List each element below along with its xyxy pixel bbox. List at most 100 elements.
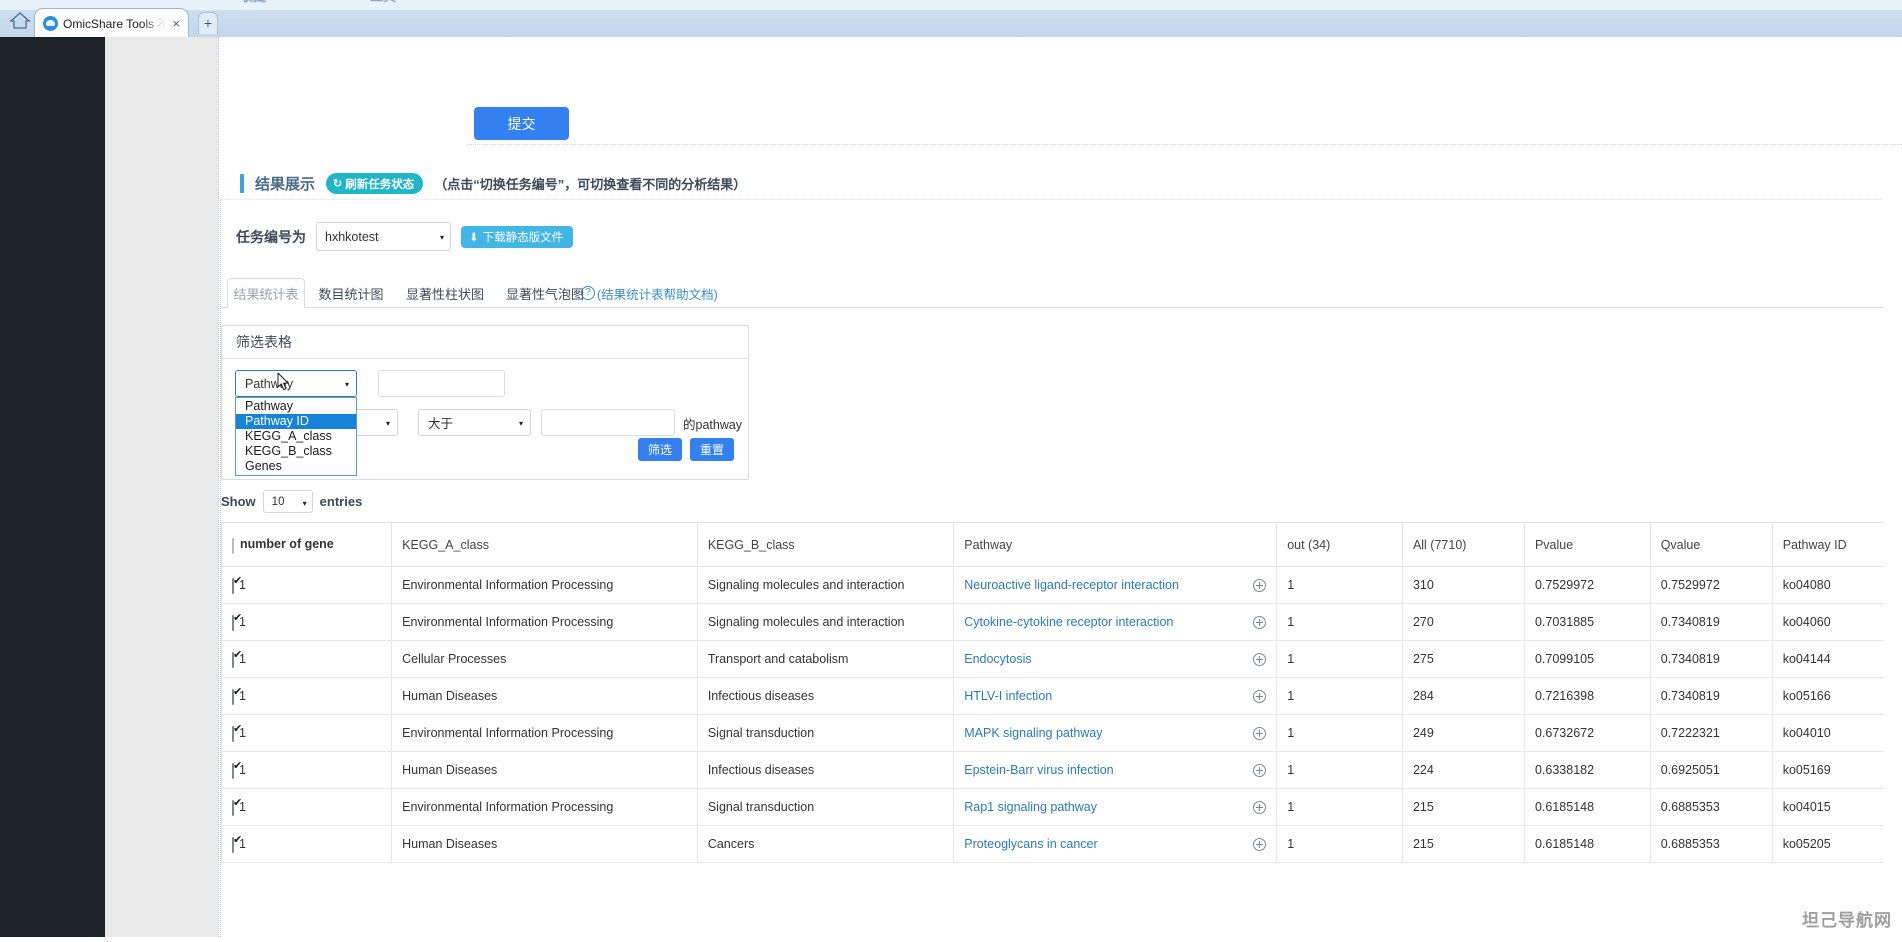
filter-operator-select[interactable]: 大于 ▾ — [418, 409, 531, 436]
entries-per-page-select[interactable]: 10 ▾ — [262, 490, 313, 513]
row-select-checkbox[interactable] — [232, 652, 234, 669]
table-header-number-of-gene[interactable]: number of gene — [221, 522, 393, 567]
pathway-link[interactable]: Proteoglycans in cancer — [964, 837, 1097, 851]
table-row[interactable]: 1Cellular ProcessesTransport and catabol… — [221, 640, 1884, 678]
cell-kegg-b-class: Signal transduction — [696, 788, 955, 826]
cell-number-of-gene: 1 — [221, 825, 393, 863]
pathway-link[interactable]: HTLV-I infection — [964, 689, 1052, 703]
page-body: 提交 结果展示 ↻ 刷新任务状态 （点击“切换任务编号”，可切换查看不同的分析结… — [0, 37, 1902, 937]
home-icon[interactable] — [10, 11, 30, 29]
tab-significance-bubble-chart[interactable]: 显著性气泡图 — [498, 278, 592, 308]
row-select-checkbox[interactable] — [232, 763, 234, 780]
table-row[interactable]: 1Environmental Information ProcessingSig… — [221, 714, 1884, 752]
chrome-ghost-bookmark: 收藏 — [240, 0, 266, 5]
cell-kegg-a-class: Cellular Processes — [391, 640, 698, 678]
table-row[interactable]: 1Environmental Information ProcessingSig… — [221, 603, 1884, 641]
chrome-ghost-tools: 工具 — [370, 0, 396, 5]
submit-button[interactable]: 提交 — [474, 107, 569, 140]
close-icon[interactable]: × — [170, 17, 182, 30]
filter-panel: 筛选表格 Pathway ▾ ▾ 大于 ▾ 的pathway 筛选 重置 Pat… — [221, 325, 749, 480]
pathway-detail-icon[interactable] — [1253, 763, 1267, 777]
chevron-down-icon: ▾ — [439, 233, 444, 242]
pathway-detail-icon[interactable] — [1253, 726, 1267, 740]
filter-value-input-1[interactable] — [378, 370, 505, 397]
pathway-link[interactable]: Endocytosis — [964, 652, 1031, 666]
cell-number-of-gene: 1 — [221, 751, 393, 789]
pathway-link[interactable]: Neuroactive ligand-receptor interaction — [964, 578, 1179, 592]
dropdown-option-genes[interactable]: Genes — [236, 459, 356, 474]
row-select-checkbox[interactable] — [232, 689, 234, 706]
table-header-kegg-a-class[interactable]: KEGG_A_class — [391, 522, 698, 567]
tab-significance-bar-chart[interactable]: 显著性柱状图 — [398, 278, 492, 308]
cell-pathway: HTLV-I infection — [953, 677, 1278, 715]
browser-tab[interactable]: OmicShare Tools 不全 × — [34, 8, 189, 37]
cell-pathway-id: ko04144 — [1771, 640, 1884, 678]
cell-pathway-id: ko05169 — [1771, 751, 1884, 789]
cell-pathway: Epstein-Barr virus infection — [953, 751, 1278, 789]
help-doc-link[interactable]: ? (结果统计表帮助文档) — [581, 278, 718, 308]
table-row[interactable]: 1Human DiseasesCancersProteoglycans in c… — [221, 825, 1884, 863]
table-header-kegg-b-class[interactable]: KEGG_B_class — [696, 522, 955, 567]
cell-number-of-gene: 1 — [221, 566, 393, 604]
select-all-checkbox[interactable] — [232, 537, 234, 554]
pathway-detail-icon[interactable] — [1253, 800, 1267, 814]
pathway-link[interactable]: Epstein-Barr virus infection — [964, 763, 1113, 777]
cell-all: 215 — [1401, 825, 1525, 863]
cell-qvalue: 0.6885353 — [1649, 788, 1773, 826]
table-header-qvalue[interactable]: Qvalue — [1649, 522, 1773, 567]
download-icon: ⬇ — [469, 231, 479, 244]
help-doc-label: (结果统计表帮助文档) — [597, 287, 718, 302]
table-row[interactable]: 1Environmental Information ProcessingSig… — [221, 788, 1884, 826]
dropdown-option-pathway-id[interactable]: Pathway ID — [236, 414, 356, 429]
cell-kegg-a-class: Environmental Information Processing — [391, 714, 698, 752]
cell-all: 215 — [1401, 788, 1525, 826]
filter-field-select-1[interactable]: Pathway ▾ — [235, 370, 357, 397]
row-select-checkbox[interactable] — [232, 726, 234, 743]
dropdown-option-kegg-a-class[interactable]: KEGG_A_class — [236, 429, 356, 444]
refresh-task-status-button[interactable]: ↻ 刷新任务状态 — [326, 173, 424, 194]
pathway-detail-icon[interactable] — [1253, 689, 1267, 703]
cell-kegg-b-class: Signal transduction — [696, 714, 955, 752]
pathway-link[interactable]: MAPK signaling pathway — [964, 726, 1102, 740]
task-number-select[interactable]: hxhkotest ▾ — [316, 222, 451, 251]
pathway-detail-icon[interactable] — [1253, 837, 1267, 851]
cell-kegg-a-class: Environmental Information Processing — [391, 566, 698, 604]
row-select-checkbox[interactable] — [232, 800, 234, 817]
tab-result-statistics-table[interactable]: 结果统计表 — [227, 278, 305, 308]
pathway-link[interactable]: Rap1 signaling pathway — [964, 800, 1097, 814]
row-select-checkbox[interactable] — [232, 837, 234, 854]
dropdown-option-pathway[interactable]: Pathway — [236, 399, 356, 414]
table-row[interactable]: 1Human DiseasesInfectious diseasesEpstei… — [221, 751, 1884, 789]
table-row[interactable]: 1Human DiseasesInfectious diseasesHTLV-I… — [221, 677, 1884, 715]
left-dark-rail — [0, 37, 105, 937]
chevron-down-icon: ▾ — [385, 419, 390, 428]
download-static-file-button[interactable]: ⬇ 下载静态版文件 — [461, 225, 574, 248]
table-header-all-7710[interactable]: All (7710) — [1401, 522, 1525, 567]
tab-count-statistics-chart[interactable]: 数目统计图 — [313, 278, 389, 308]
table-header-pathway-id[interactable]: Pathway ID — [1771, 522, 1884, 567]
cell-out: 1 — [1276, 603, 1403, 641]
dropdown-option-kegg-b-class[interactable]: KEGG_B_class — [236, 444, 356, 459]
table-row[interactable]: 1Environmental Information ProcessingSig… — [221, 566, 1884, 604]
filter-reset-button[interactable]: 重置 — [689, 438, 734, 461]
table-header-pathway[interactable]: Pathway — [953, 522, 1278, 567]
new-tab-button[interactable]: + — [198, 12, 218, 34]
show-entries-prefix: Show — [221, 494, 256, 509]
cell-pathway-id: ko04080 — [1771, 566, 1884, 604]
cell-pvalue: 0.7031885 — [1523, 603, 1651, 641]
refresh-icon: ↻ — [333, 178, 343, 190]
pathway-detail-icon[interactable] — [1253, 615, 1267, 629]
row-select-checkbox[interactable] — [232, 578, 234, 595]
filter-apply-button[interactable]: 筛选 — [637, 438, 682, 461]
filter-field-dropdown-list[interactable]: Pathway Pathway ID KEGG_A_class KEGG_B_c… — [235, 397, 357, 476]
cell-pvalue: 0.6185148 — [1523, 825, 1651, 863]
table-header-pvalue[interactable]: Pvalue — [1523, 522, 1651, 567]
filter-suffix-label: 的pathway — [683, 418, 743, 432]
row-select-checkbox[interactable] — [232, 615, 234, 632]
filter-threshold-input[interactable] — [541, 409, 675, 436]
data-table-container[interactable]: number of gene KEGG_A_class KEGG_B_class Pa… — [221, 522, 1884, 942]
pathway-link[interactable]: Cytokine-cytokine receptor interaction — [964, 615, 1173, 629]
table-header-out-34[interactable]: out (34) — [1276, 522, 1403, 567]
pathway-detail-icon[interactable] — [1253, 652, 1267, 666]
pathway-detail-icon[interactable] — [1253, 578, 1267, 592]
